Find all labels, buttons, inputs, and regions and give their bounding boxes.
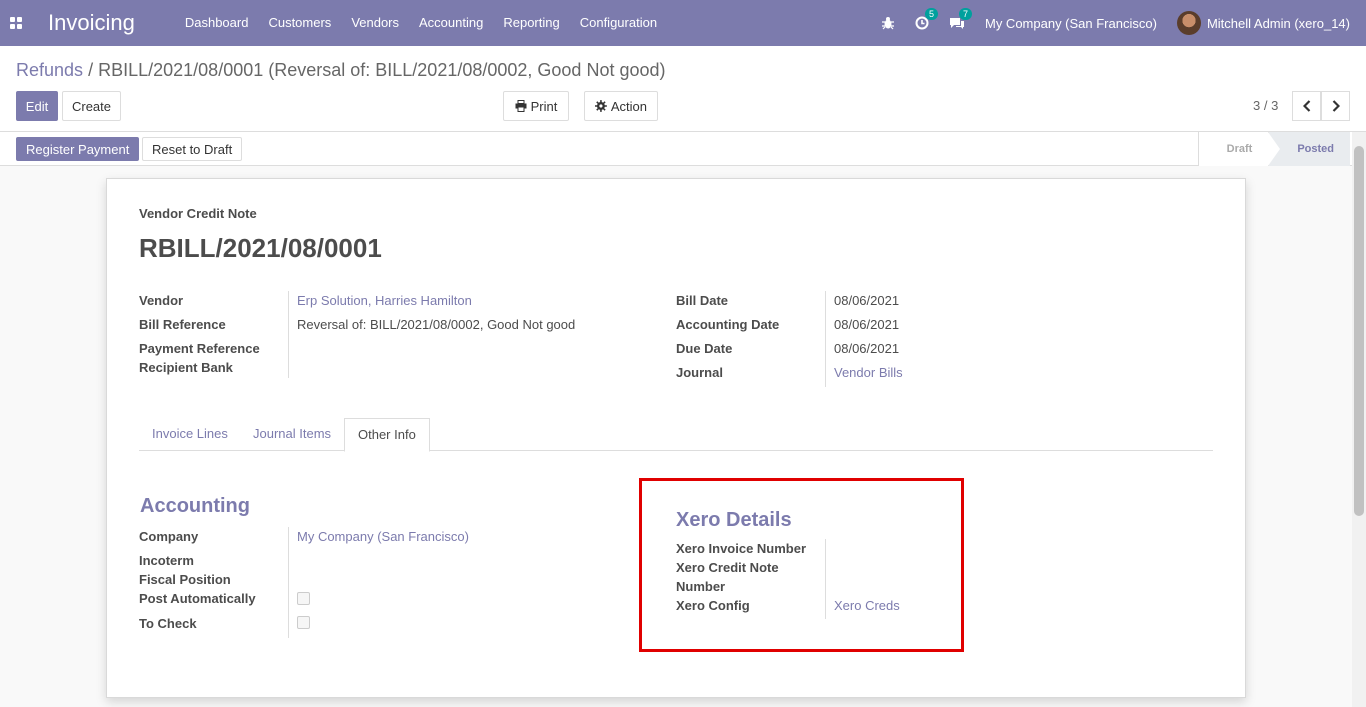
app-name[interactable]: Invoicing: [48, 0, 135, 46]
user-name: Mitchell Admin (xero_14): [1206, 15, 1350, 31]
accounting-date-label: Accounting Date: [676, 317, 780, 332]
journal-value-link[interactable]: Vendor Bills: [834, 365, 903, 380]
stage-draft[interactable]: Draft: [1197, 132, 1269, 166]
field-divider: [288, 291, 289, 378]
activity-count-badge: 5: [924, 8, 938, 20]
post-automatically-label: Post Automatically: [139, 591, 256, 606]
company-switcher[interactable]: My Company (San Francisco): [985, 16, 1157, 31]
top-navbar: Invoicing Dashboard Customers Vendors Ac…: [0, 0, 1366, 46]
journal-label: Journal: [676, 365, 723, 380]
menu-customers[interactable]: Customers: [258, 0, 341, 46]
tab-other-info[interactable]: Other Info: [344, 418, 430, 452]
menu-reporting[interactable]: Reporting: [493, 0, 569, 46]
status-stages: Draft Posted: [1197, 132, 1350, 166]
breadcrumb-refunds-link[interactable]: Refunds: [16, 60, 83, 80]
messages-count-badge: 7: [958, 8, 972, 20]
reset-to-draft-button[interactable]: Reset to Draft: [142, 137, 243, 161]
gear-icon: [595, 100, 607, 112]
action-label: Action: [610, 98, 647, 114]
due-date-label: Due Date: [676, 341, 733, 356]
xero-details-highlight: [639, 478, 964, 652]
menu-vendors[interactable]: Vendors: [341, 0, 409, 46]
pager-next-button[interactable]: [1321, 91, 1350, 121]
bill-reference-value[interactable]: Reversal of: BILL/2021/08/0002, Good Not…: [297, 317, 575, 332]
print-label: Print: [530, 98, 558, 114]
to-check-checkbox[interactable]: [297, 616, 310, 629]
menu-configuration[interactable]: Configuration: [570, 0, 667, 46]
bill-reference-label: Bill Reference: [139, 317, 226, 332]
recipient-bank-label: Recipient Bank: [139, 360, 233, 375]
page-scrollbar[interactable]: [1352, 132, 1366, 707]
due-date-value[interactable]: 08/06/2021: [834, 341, 899, 356]
post-automatically-checkbox[interactable]: [297, 592, 310, 605]
field-divider: [825, 291, 826, 387]
field-divider: [288, 527, 289, 638]
stage-posted[interactable]: Posted: [1268, 132, 1350, 166]
breadcrumb-separator: /: [88, 60, 94, 80]
main-menu: Dashboard Customers Vendors Accounting R…: [175, 0, 667, 46]
document-title: RBILL/2021/08/0001: [139, 233, 382, 263]
edit-button[interactable]: Edit: [16, 91, 58, 121]
company-value-link[interactable]: My Company (San Francisco): [297, 529, 469, 544]
accounting-date-value[interactable]: 08/06/2021: [834, 317, 899, 332]
vendor-value-link[interactable]: Erp Solution, Harries Hamilton: [297, 293, 472, 308]
document-type-label: Vendor Credit Note: [139, 206, 257, 221]
form-sheet: Vendor Credit Note RBILL/2021/08/0001 Ve…: [106, 178, 1246, 698]
control-panel: Refunds / RBILL/2021/08/0001 (Reversal o…: [0, 46, 1366, 132]
incoterm-label: Incoterm: [139, 553, 194, 568]
action-button[interactable]: Action: [584, 91, 658, 121]
user-menu[interactable]: Mitchell Admin (xero_14): [1176, 11, 1350, 35]
debug-bug-icon[interactable]: [881, 16, 895, 30]
bill-date-value[interactable]: 08/06/2021: [834, 293, 899, 308]
tab-journal-items[interactable]: Journal Items: [240, 418, 344, 451]
register-payment-button[interactable]: Register Payment: [16, 137, 140, 161]
bill-date-label: Bill Date: [676, 293, 729, 308]
status-bar: Register Payment Reset to Draft Draft Po…: [0, 132, 1366, 166]
create-button[interactable]: Create: [62, 91, 121, 121]
accounting-section-title: Accounting: [140, 495, 250, 517]
apps-menu-icon[interactable]: [0, 0, 32, 46]
tab-invoice-lines[interactable]: Invoice Lines: [139, 418, 241, 451]
print-icon: [515, 100, 527, 112]
activity-clock-icon[interactable]: 5: [915, 8, 938, 30]
notebook-tabs: Invoice Lines Journal Items Other Info: [139, 418, 1213, 452]
chevron-right-icon: [1332, 100, 1340, 112]
fiscal-position-label: Fiscal Position: [139, 572, 231, 587]
breadcrumb: Refunds / RBILL/2021/08/0001 (Reversal o…: [16, 60, 666, 81]
chevron-left-icon: [1302, 100, 1310, 112]
breadcrumb-current: RBILL/2021/08/0001 (Reversal of: BILL/20…: [98, 60, 666, 80]
print-button[interactable]: Print: [503, 91, 569, 121]
menu-dashboard[interactable]: Dashboard: [175, 0, 259, 46]
avatar: [1176, 11, 1201, 35]
payment-reference-label: Payment Reference: [139, 341, 260, 356]
to-check-label: To Check: [139, 616, 197, 631]
menu-accounting[interactable]: Accounting: [409, 0, 493, 46]
pager-value[interactable]: 3 / 3: [1253, 98, 1278, 113]
company-label: Company: [139, 529, 199, 544]
vendor-label: Vendor: [139, 293, 184, 308]
messages-chat-icon[interactable]: 7: [949, 8, 972, 30]
pager-previous-button[interactable]: [1292, 91, 1321, 121]
scrollbar-thumb[interactable]: [1354, 146, 1364, 516]
